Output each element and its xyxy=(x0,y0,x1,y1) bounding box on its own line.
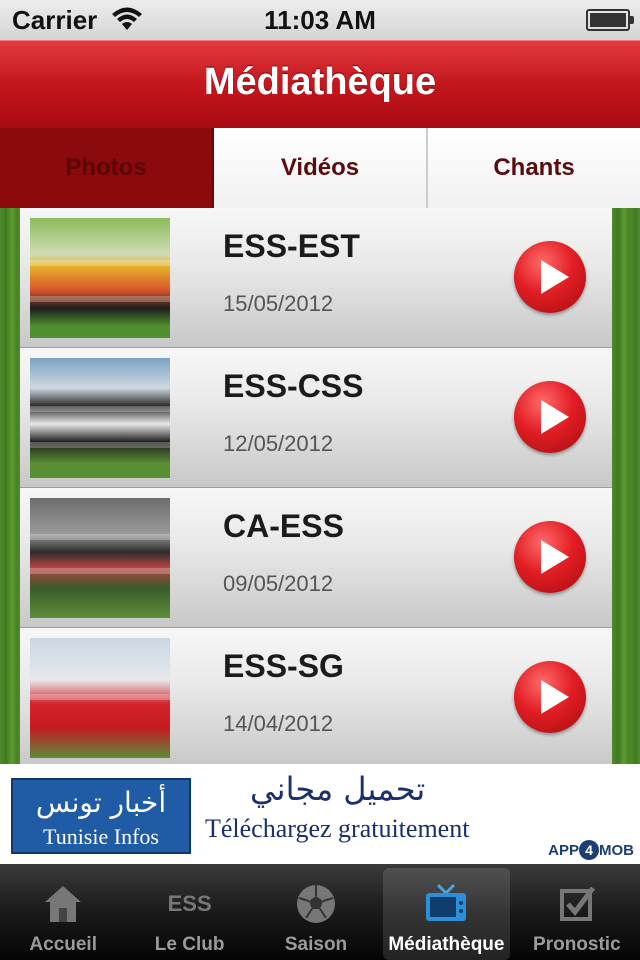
tab-bar-item-accueil[interactable]: Accueil xyxy=(0,864,126,960)
play-icon[interactable] xyxy=(514,521,586,593)
video-thumbnail xyxy=(30,358,170,478)
ad-banner[interactable]: أخبار تونس Tunisie Infos تحميل مجاني Tél… xyxy=(0,764,640,864)
app4mob-logo: APP 4 MOB xyxy=(548,840,634,860)
tab-videos-label: Vidéos xyxy=(280,154,360,181)
brand-suffix: MOB xyxy=(599,842,634,859)
tunisie-infos-logo: أخبار تونس Tunisie Infos xyxy=(11,778,191,854)
tab-photos[interactable]: Photos xyxy=(0,128,214,208)
video-date: 15/05/2012 xyxy=(223,291,334,316)
logo-text: Tunisie Infos xyxy=(43,824,159,849)
media-type-tabs: Photos Vidéos Chants xyxy=(0,128,640,208)
play-icon[interactable] xyxy=(514,381,586,453)
ess-logo-icon: ESS xyxy=(166,880,214,928)
video-title: ESS-SG xyxy=(223,648,344,684)
video-title: ESS-CSS xyxy=(223,368,364,404)
video-thumbnail xyxy=(30,498,170,618)
tab-bar-label: Pronostic xyxy=(533,934,621,955)
video-thumbnail xyxy=(30,218,170,338)
tv-icon xyxy=(422,880,470,928)
page-title: Médiathèque xyxy=(203,61,437,103)
clock-label: 11:03 AM xyxy=(264,5,376,35)
video-date: 14/04/2012 xyxy=(223,711,334,736)
tab-bar: Accueil ESS Le Club Saison Médiathèque P… xyxy=(0,864,640,960)
tab-chants-label: Chants xyxy=(493,154,575,181)
video-row[interactable]: ESS-CSS 12/05/2012 xyxy=(20,348,612,488)
tab-bar-label: Médiathèque xyxy=(388,934,505,955)
tab-chants[interactable]: Chants xyxy=(426,128,640,208)
battery-icon xyxy=(586,9,634,31)
video-title: ESS-EST xyxy=(223,228,360,264)
tab-videos[interactable]: Vidéos xyxy=(214,128,426,208)
soccer-ball-icon xyxy=(292,880,340,928)
home-icon xyxy=(39,880,87,928)
play-icon[interactable] xyxy=(514,241,586,313)
ad-arabic-text: تحميل مجاني xyxy=(250,770,426,808)
tab-bar-label: Saison xyxy=(284,934,348,955)
tab-bar-item-le-club[interactable]: ESS Le Club xyxy=(126,864,252,960)
video-row[interactable]: ESS-SG 14/04/2012 xyxy=(20,628,612,764)
video-title: CA-ESS xyxy=(223,508,344,544)
brand-prefix: APP xyxy=(548,842,579,859)
tab-bar-item-pronostic[interactable]: Pronostic xyxy=(514,864,640,960)
tab-bar-label: Le Club xyxy=(154,934,225,955)
video-list: ESS-EST 15/05/2012 ESS-CSS 12/05/2012 CA… xyxy=(20,208,612,764)
brand-number: 4 xyxy=(579,840,599,860)
play-icon[interactable] xyxy=(514,661,586,733)
logo-arabic-text: أخبار تونس xyxy=(35,786,167,819)
video-thumbnail xyxy=(30,638,170,758)
tab-bar-item-mediatheque[interactable]: Médiathèque xyxy=(383,868,510,960)
video-list-area[interactable]: ESS-EST 15/05/2012 ESS-CSS 12/05/2012 CA… xyxy=(0,208,640,764)
ad-french-text: Téléchargez gratuitement xyxy=(205,814,470,843)
checkbox-icon xyxy=(553,880,601,928)
video-row[interactable]: CA-ESS 09/05/2012 xyxy=(20,488,612,628)
video-date: 09/05/2012 xyxy=(223,571,334,596)
video-date: 12/05/2012 xyxy=(223,431,334,456)
tab-photos-label: Photos xyxy=(65,154,147,181)
video-row[interactable]: ESS-EST 15/05/2012 xyxy=(20,208,612,348)
ess-icon-text: ESS xyxy=(167,891,212,916)
tab-bar-item-saison[interactable]: Saison xyxy=(253,864,379,960)
navigation-bar: Médiathèque xyxy=(0,40,640,128)
tab-bar-label: Accueil xyxy=(29,934,97,955)
status-bar: Carrier 11:03 AM xyxy=(0,0,640,40)
